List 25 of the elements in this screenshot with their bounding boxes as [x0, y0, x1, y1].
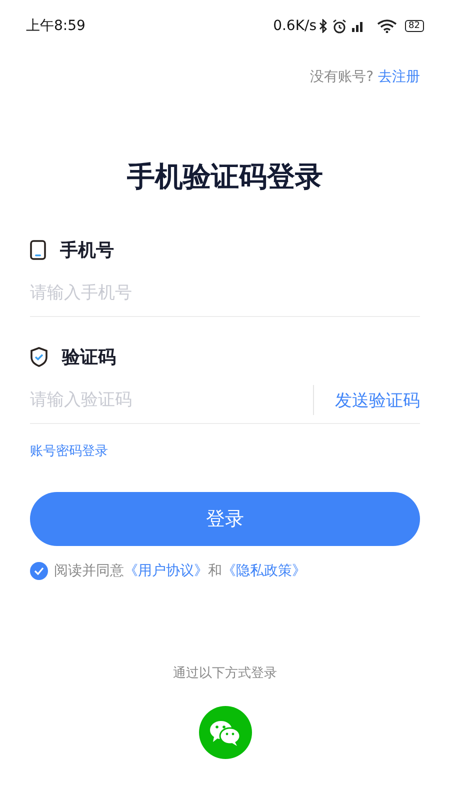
alarm-icon [332, 18, 347, 34]
wechat-login-button[interactable] [198, 706, 252, 759]
agree-checkbox[interactable] [30, 562, 48, 580]
signal-icon [350, 19, 363, 33]
checkmark-icon [34, 567, 44, 575]
agreement-text: 阅读并同意《用户协议》和《隐私政策》 [54, 562, 306, 580]
status-time: 上午8:59 [26, 17, 86, 35]
register-link[interactable]: 去注册 [378, 68, 420, 86]
field-label: 验证码 [62, 346, 116, 369]
login-button[interactable]: 登录 [30, 492, 420, 546]
chat-bubbles-icon [208, 718, 242, 746]
policy-link[interactable]: 《用户协议》 [124, 563, 208, 579]
policy-link[interactable]: 《隐私政策》 [222, 563, 306, 579]
other-methods-label: 通过以下方式登录 [173, 665, 277, 682]
shield-check-icon [30, 347, 48, 367]
no-account-text: 没有账号? [310, 68, 375, 86]
phone-icon [30, 240, 46, 260]
wifi-icon [376, 19, 397, 33]
password-login-link[interactable]: 账号密码登录 [30, 442, 108, 460]
field-label: 手机号 [60, 239, 114, 262]
bluetooth-icon [318, 19, 328, 33]
page-title: 手机验证码登录 [126, 159, 324, 195]
send-code-button[interactable]: 发送验证码 [314, 388, 420, 412]
battery-indicator: 82 [404, 20, 424, 32]
network-speed: 0.6K/s [273, 18, 317, 34]
